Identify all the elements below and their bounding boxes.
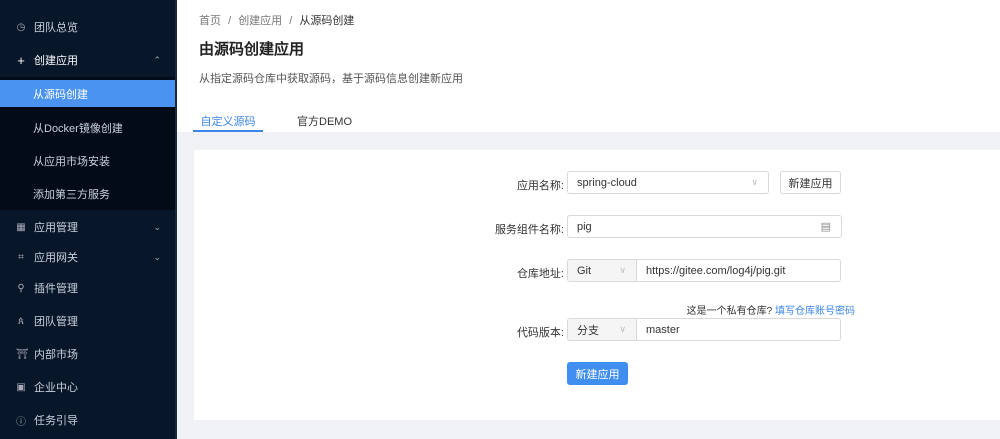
dashboard-icon: ◷ — [16, 22, 26, 33]
form-card: 应用名称: spring-cloud ∨ 新建应用 服务组件名称: pig ▤ 仓库… — [194, 150, 1000, 420]
label: 团队管理 — [34, 313, 78, 329]
chevron-up-icon: ⌃ — [153, 55, 161, 66]
component-name-value: pig — [577, 221, 592, 233]
breadcrumb-separator: / — [289, 15, 292, 27]
page-title: 由源码创建应用 — [199, 38, 304, 59]
tab-official-demo[interactable]: 官方DEMO — [297, 113, 352, 139]
page-description: 从指定源码仓库中获取源码，基于源码信息创建新应用 — [199, 70, 463, 86]
breadcrumb-create-app[interactable]: 创建应用 — [238, 15, 282, 27]
app-name-select[interactable]: spring-cloud ∨ — [567, 171, 769, 194]
version-value: master — [646, 324, 680, 336]
info-icon: ⓘ — [16, 413, 26, 428]
breadcrumb-separator: / — [228, 15, 231, 27]
sidebar-subitem-third-party[interactable]: 添加第三方服务 — [0, 180, 175, 207]
label: 应用管理 — [34, 219, 78, 235]
label: 创建应用 — [34, 52, 78, 68]
label: 插件管理 — [34, 280, 78, 296]
component-name-input[interactable]: pig ▤ — [567, 215, 842, 238]
label: 从源码创建 — [33, 86, 88, 102]
repo-type-select[interactable]: Git ∨ — [567, 259, 637, 282]
submit-create-app-button[interactable]: 新建应用 — [567, 362, 628, 385]
submenu: 从源码创建 从Docker镜像创建 从应用市场安装 添加第三方服务 — [0, 77, 175, 210]
repo-type-value: Git — [577, 265, 591, 277]
version-type-select[interactable]: 分支 ∨ — [567, 318, 637, 341]
private-hint-text: 这是一个私有仓库? — [687, 306, 773, 317]
app-name-value: spring-cloud — [577, 177, 637, 189]
label: 内部市场 — [34, 346, 78, 362]
sidebar-item-team-management[interactable]: ጰ 团队管理 — [0, 306, 175, 336]
chevron-down-icon: ⌄ — [153, 252, 161, 263]
chevron-down-icon: ⌄ — [153, 222, 161, 233]
gateway-icon: ⌗ — [16, 252, 26, 263]
chevron-down-icon: ∨ — [619, 265, 626, 276]
sidebar-subitem-from-market[interactable]: 从应用市场安装 — [0, 147, 175, 174]
repo-url-input[interactable]: https://gitee.com/log4j/pig.git — [636, 259, 841, 282]
grid-icon: ▦ — [16, 222, 26, 233]
version-label: 代码版本: — [517, 324, 564, 340]
chevron-down-icon: ∨ — [619, 324, 626, 335]
breadcrumb-current: 从源码创建 — [299, 15, 354, 27]
label: 应用网关 — [34, 249, 78, 265]
repo-label: 仓库地址: — [517, 265, 564, 281]
label: 团队总览 — [34, 19, 78, 35]
version-input[interactable]: master — [636, 318, 841, 341]
sidebar-item-plugins[interactable]: ⚲ 插件管理 — [0, 273, 175, 303]
sidebar-item-enterprise[interactable]: ▣ 企业中心 — [0, 372, 175, 402]
private-repo-hint: 这是一个私有仓库? 填写仓库账号密码 — [687, 302, 855, 317]
market-icon: ⛩ — [16, 349, 26, 360]
label: 企业中心 — [34, 379, 78, 395]
label: 任务引导 — [34, 412, 78, 428]
sidebar-item-team-overview[interactable]: ◷ 团队总览 — [0, 12, 175, 42]
component-name-label: 服务组件名称: — [495, 221, 564, 237]
sidebar-item-create-app[interactable]: + 创建应用 ⌃ — [0, 45, 175, 75]
card-icon: ▤ — [821, 220, 831, 233]
repo-url-value: https://gitee.com/log4j/pig.git — [646, 265, 785, 277]
private-repo-link[interactable]: 填写仓库账号密码 — [775, 306, 855, 317]
label: 添加第三方服务 — [33, 186, 110, 202]
label: 从应用市场安装 — [33, 153, 110, 169]
sidebar-item-task-guide[interactable]: ⓘ 任务引导 — [0, 405, 175, 435]
breadcrumb: 首页 / 创建应用 / 从源码创建 — [199, 12, 358, 28]
sidebar-item-app-management[interactable]: ▦ 应用管理 ⌄ — [0, 212, 175, 242]
enterprise-icon: ▣ — [16, 382, 26, 393]
breadcrumb-home[interactable]: 首页 — [199, 15, 221, 27]
sidebar-subitem-from-docker[interactable]: 从Docker镜像创建 — [0, 114, 175, 141]
label: 从Docker镜像创建 — [33, 120, 123, 136]
sidebar-item-gateway[interactable]: ⌗ 应用网关 ⌄ — [0, 242, 175, 272]
plus-icon: + — [16, 53, 26, 68]
sidebar: ◷ 团队总览 + 创建应用 ⌃ 从源码创建 从Docker镜像创建 从应用市场安装 添… — [0, 0, 177, 439]
chevron-down-icon: ∨ — [751, 177, 758, 188]
sidebar-subitem-from-source[interactable]: 从源码创建 — [0, 80, 175, 107]
tab-custom-source[interactable]: 自定义源码 — [193, 113, 263, 132]
version-type-value: 分支 — [577, 322, 599, 338]
new-app-button[interactable]: 新建应用 — [780, 171, 841, 194]
plugin-icon: ⚲ — [16, 283, 26, 294]
sidebar-item-internal-market[interactable]: ⛩ 内部市场 — [0, 339, 175, 369]
team-icon: ጰ — [16, 316, 26, 327]
app-name-label: 应用名称: — [517, 177, 564, 193]
page-header: 首页 / 创建应用 / 从源码创建 由源码创建应用 从指定源码仓库中获取源码，基… — [177, 0, 1000, 132]
